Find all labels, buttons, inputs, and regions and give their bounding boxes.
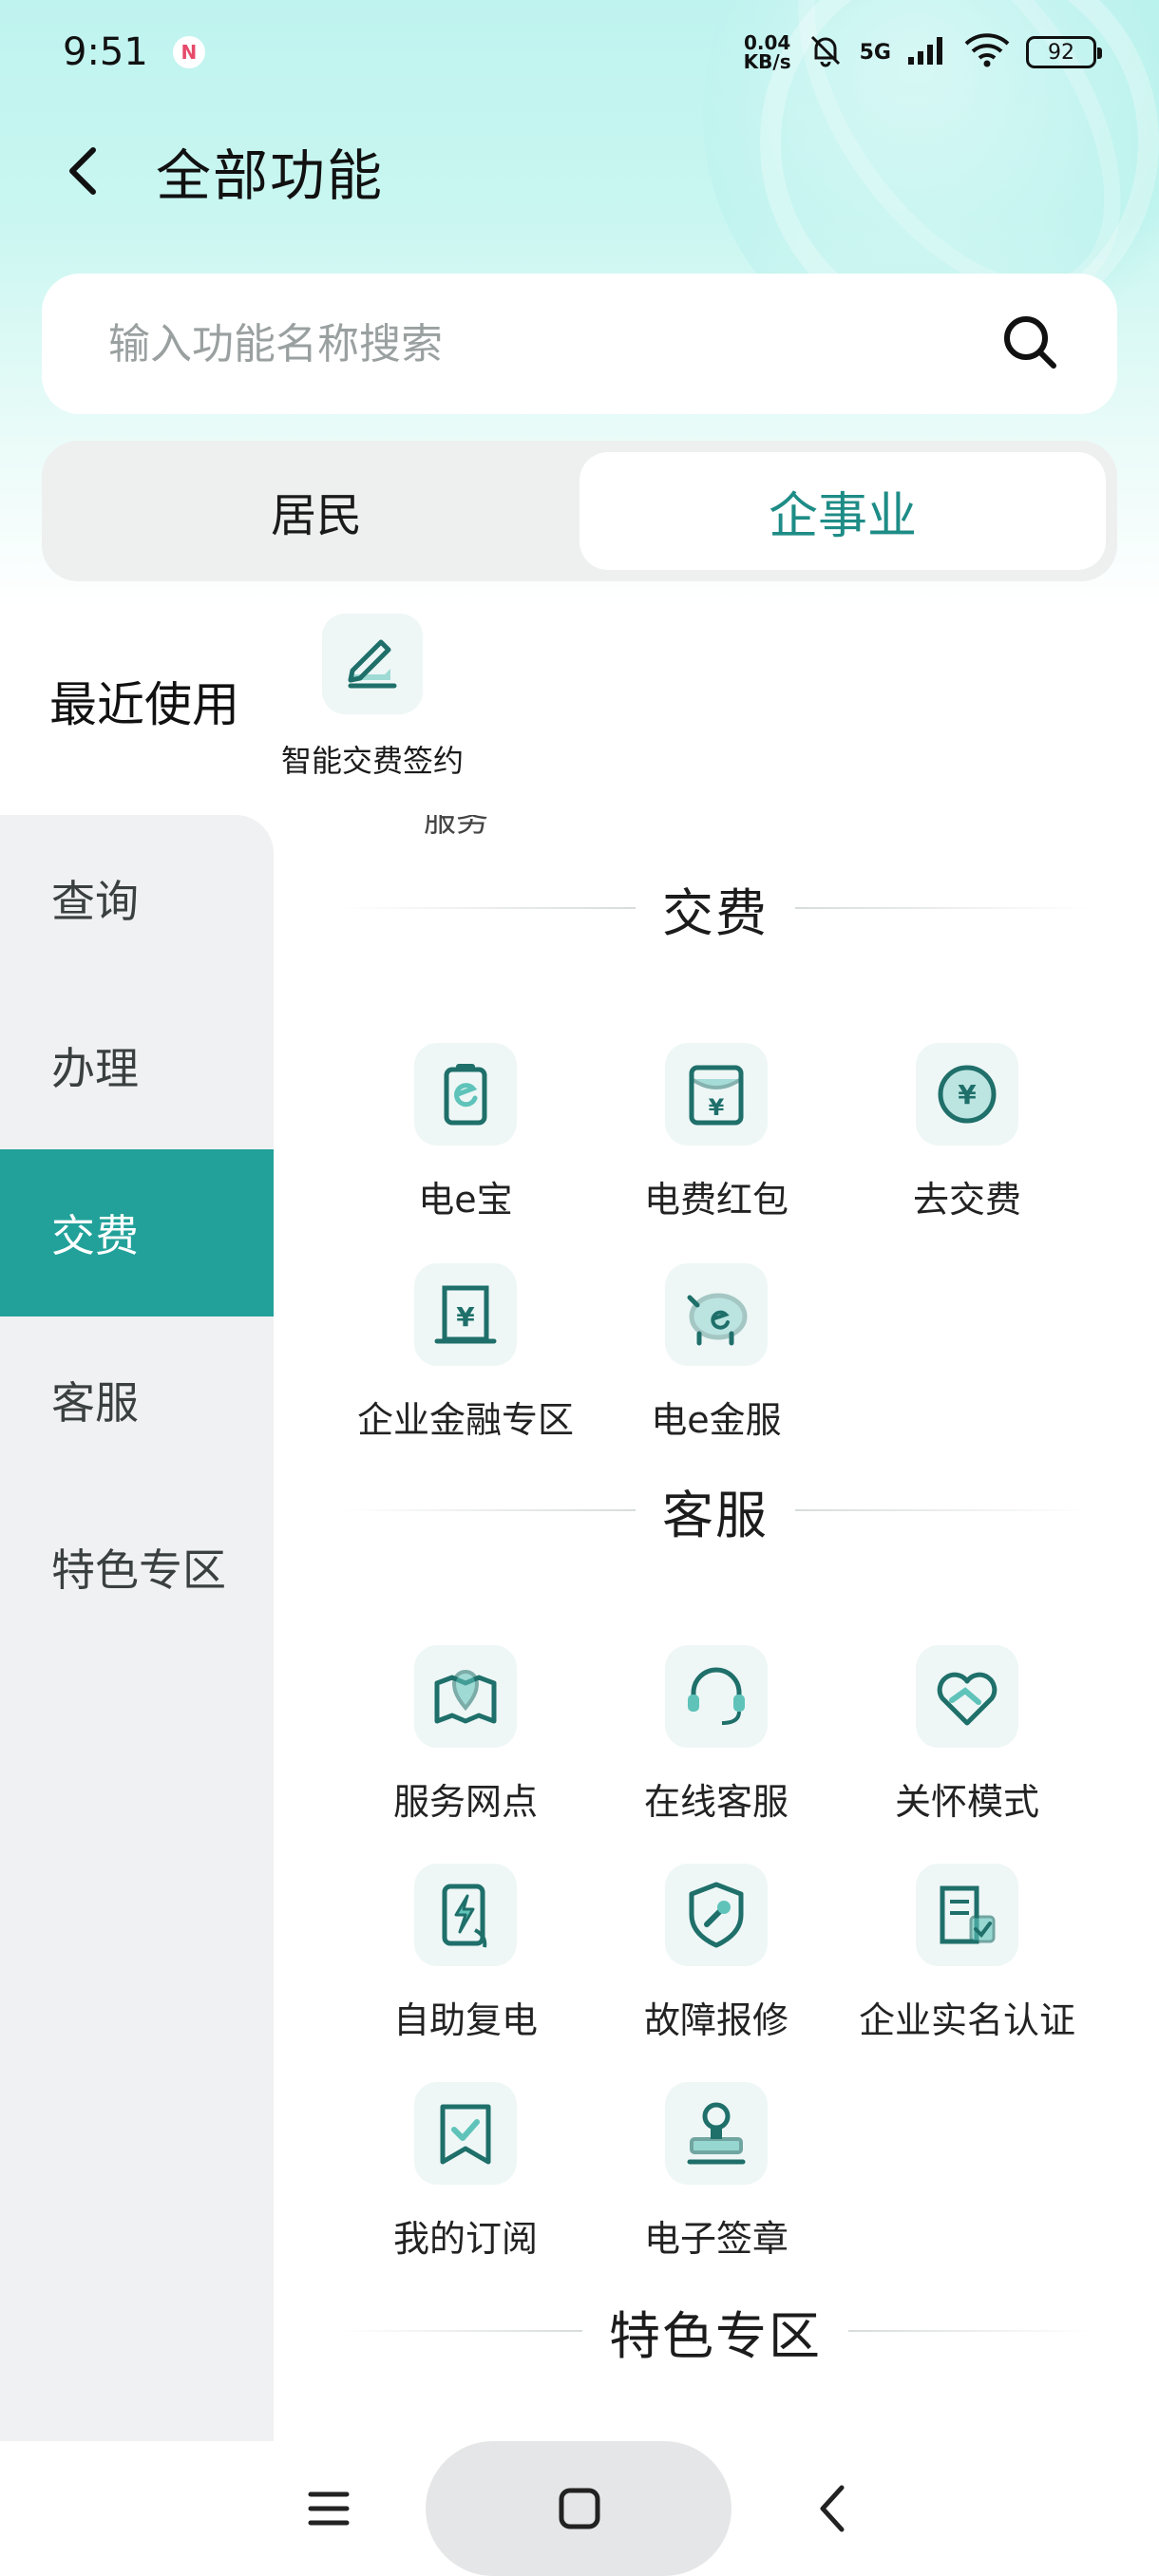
function-e-finance-service[interactable]: 电e金服: [591, 1263, 842, 1443]
self-power-icon: [414, 1864, 517, 1966]
function-label: 企业实名认证: [858, 1999, 1075, 2041]
tab-enterprise[interactable]: 企事业: [580, 452, 1106, 570]
headset-icon: [665, 1645, 768, 1748]
menu-icon[interactable]: [300, 2477, 357, 2540]
repair-shield-icon: [665, 1864, 768, 1966]
cut-off-label: 服务: [424, 815, 488, 840]
notification-badge-icon: N: [172, 36, 205, 68]
svg-text:¥: ¥: [456, 1301, 475, 1333]
bookmark-check-icon: [414, 2082, 517, 2185]
function-enterprise-real-name[interactable]: 企业实名认证: [842, 1864, 1092, 2043]
e-wallet-icon: [414, 1043, 517, 1146]
search-icon[interactable]: [999, 312, 1060, 376]
title-bar: 全部功能: [0, 114, 1159, 228]
function-self-restore-power[interactable]: 自助复电: [340, 1864, 591, 2043]
user-type-tabs: 居民 企事业: [42, 441, 1117, 581]
section-header-payment: 交费: [340, 870, 1091, 946]
back-arrow-icon[interactable]: [57, 144, 110, 198]
status-bar: 9:51 N 0.04 KB/s 5G 92: [0, 0, 1159, 104]
function-label: 电e金服: [651, 1399, 782, 1441]
signal-icon: [906, 34, 948, 70]
search-input[interactable]: [108, 319, 963, 369]
section-header-customer-service: 客服: [340, 1472, 1091, 1548]
pen-sign-icon: [322, 614, 423, 714]
map-pin-icon: [414, 1645, 517, 1748]
category-sidebar: 查询 办理 交费 客服 特色专区: [0, 815, 274, 2441]
mute-bell-icon: [807, 31, 845, 73]
sidebar-item-query[interactable]: 查询: [0, 815, 274, 982]
function-service-outlets[interactable]: 服务网点: [340, 1645, 591, 1825]
function-red-envelope[interactable]: ¥ 电费红包: [591, 1043, 842, 1222]
function-label: 企业金融专区: [356, 1399, 574, 1441]
function-label: 在线客服: [643, 1781, 788, 1823]
section-title: 客服: [662, 1485, 769, 1545]
wifi-icon: [963, 32, 1011, 72]
network-type: 5G: [859, 40, 891, 65]
function-label: 电费红包: [643, 1179, 788, 1221]
id-verify-icon: [916, 1864, 1018, 1966]
sidebar-item-handle[interactable]: 办理: [0, 982, 274, 1149]
sidebar-item-payment[interactable]: 交费: [0, 1149, 274, 1316]
search-bar: [42, 274, 1117, 414]
care-heart-icon: [916, 1645, 1018, 1748]
function-online-service[interactable]: 在线客服: [591, 1645, 842, 1825]
section-title: 特色专区: [609, 2305, 822, 2366]
function-label: 我的订阅: [392, 2218, 538, 2260]
function-care-mode[interactable]: 关怀模式: [842, 1645, 1092, 1825]
recent-item-label: 智能交费签约: [280, 743, 464, 779]
function-label: 服务网点: [392, 1781, 538, 1823]
recent-item-smart-pay-contract[interactable]: 智能交费签约: [268, 614, 477, 781]
section-title: 交费: [662, 882, 769, 943]
tab-resident[interactable]: 居民: [53, 452, 580, 570]
network-speed: 0.04 KB/s: [743, 31, 791, 73]
function-e-wallet[interactable]: 电e宝: [340, 1043, 591, 1222]
function-label: 关怀模式: [894, 1781, 1039, 1823]
function-label: 自助复电: [392, 1999, 538, 2041]
recent-label: 最近使用: [49, 677, 239, 732]
function-label: 电e宝: [418, 1179, 513, 1221]
function-enterprise-finance[interactable]: ¥ 企业金融专区: [340, 1263, 591, 1443]
function-fault-repair[interactable]: 故障报修: [591, 1864, 842, 2043]
seal-stamp-icon: [665, 2082, 768, 2185]
function-label: 去交费: [912, 1179, 1021, 1221]
red-envelope-icon: ¥: [665, 1043, 768, 1146]
system-nav-bar: [0, 2441, 1159, 2576]
section-header-featured: 特色专区: [340, 2293, 1091, 2369]
home-square-icon[interactable]: [549, 2477, 610, 2540]
function-label: 故障报修: [643, 1999, 788, 2041]
sidebar-item-customer-service[interactable]: 客服: [0, 1316, 274, 1484]
back-chevron-icon[interactable]: [804, 2477, 861, 2540]
battery-indicator: 92: [1026, 36, 1102, 68]
function-my-subscription[interactable]: 我的订阅: [340, 2082, 591, 2262]
recent-section: 最近使用 智能交费签约: [0, 608, 1159, 817]
status-time: 9:51: [63, 30, 148, 74]
piggy-bank-icon: [665, 1263, 768, 1366]
svg-text:¥: ¥: [709, 1094, 725, 1121]
function-e-seal[interactable]: 电子签章: [591, 2082, 842, 2262]
sidebar-item-featured[interactable]: 特色专区: [0, 1484, 274, 1651]
yuan-coin-icon: ¥: [916, 1043, 1018, 1146]
function-label: 电子签章: [643, 2218, 788, 2260]
svg-text:¥: ¥: [958, 1079, 977, 1110]
function-go-pay[interactable]: ¥ 去交费: [842, 1043, 1092, 1222]
function-content: 服务 交费 电e宝 ¥ 电费红包 ¥ 去交费 ¥ 企业金融专区 电e金服 客服 …: [274, 815, 1159, 2441]
page-title: 全部功能: [156, 143, 385, 208]
finance-building-icon: ¥: [414, 1263, 517, 1366]
